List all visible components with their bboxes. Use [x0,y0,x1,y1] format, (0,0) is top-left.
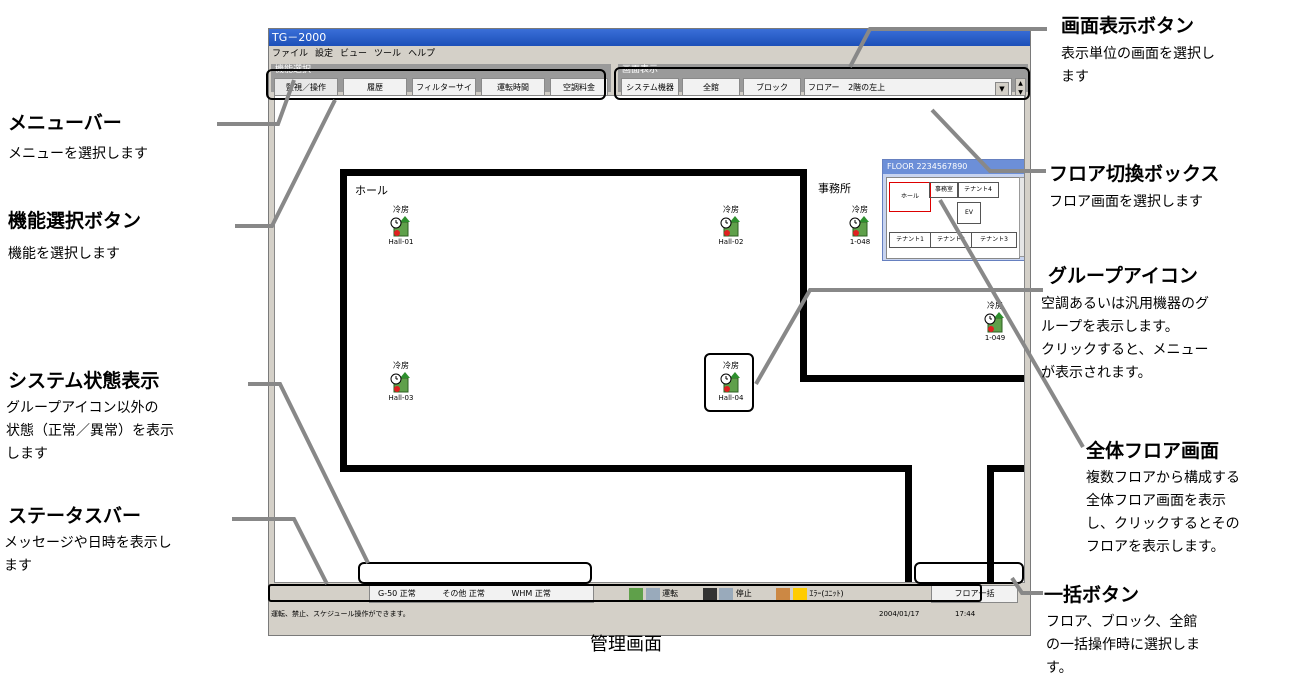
annotation-screen-btn-desc-2: ます [1061,69,1089,85]
annotation-menu-bar-desc: メニューを選択します [8,146,148,162]
annotation-all-floor-desc-2: 全体フロア画面を表示 [1086,493,1226,509]
annotation-function-btn-title: 機能選択ボタン [8,210,142,232]
annotation-screen-btn-desc-1: 表示単位の画面を選択し [1061,46,1215,62]
annotation-all-floor-desc-4: フロアを表示します。 [1086,539,1225,555]
annotation-floor-box-title: フロア切換ボックス [1049,163,1220,185]
annotation-bulk-btn-desc-2: の一括操作時に選択しま [1046,637,1200,653]
annotation-bulk-btn-desc-3: す。 [1046,660,1073,676]
annotation-bulk-btn-title: 一括ボタン [1044,584,1140,606]
annotation-floor-box-desc: フロア画面を選択します [1049,194,1203,210]
annotation-system-status-desc-3: します [6,446,48,462]
annotation-status-bar-desc-2: ます [4,558,32,574]
annotation-system-status-desc-1: グループアイコン以外の [6,400,159,416]
annotation-group-icon-desc-1: 空調あるいは汎用機器のグ [1041,296,1209,312]
caption: 管理画面 [590,634,662,655]
annotation-all-floor-desc-1: 複数フロアから構成する [1086,470,1240,486]
annotation-status-bar-desc-1: メッセージや日時を表示し [4,535,172,551]
annotation-menu-bar-title: メニューバー [8,112,122,134]
annotation-group-icon-desc-3: クリックすると、メニュー [1041,342,1209,358]
annotation-group-icon-desc-4: が表示されます。 [1041,365,1152,381]
annotation-status-bar-title: ステータスバー [8,505,142,527]
annotation-group-icon-title: グループアイコン [1048,265,1198,287]
annotation-screen-btn-title: 画面表示ボタン [1061,15,1195,37]
annotation-all-floor-desc-3: し、クリックするとその [1086,516,1240,532]
annotation-system-status-title: システム状態表示 [8,370,160,392]
annotation-group-icon-desc-2: ループを表示します。 [1041,319,1179,335]
annotation-function-btn-desc: 機能を選択します [8,246,120,262]
annotation-system-status-desc-2: 状態（正常／異常）を表示 [6,423,174,439]
annotation-bulk-btn-desc-1: フロア、ブロック、全館 [1046,614,1198,630]
annotation-all-floor-title: 全体フロア画面 [1086,440,1220,462]
